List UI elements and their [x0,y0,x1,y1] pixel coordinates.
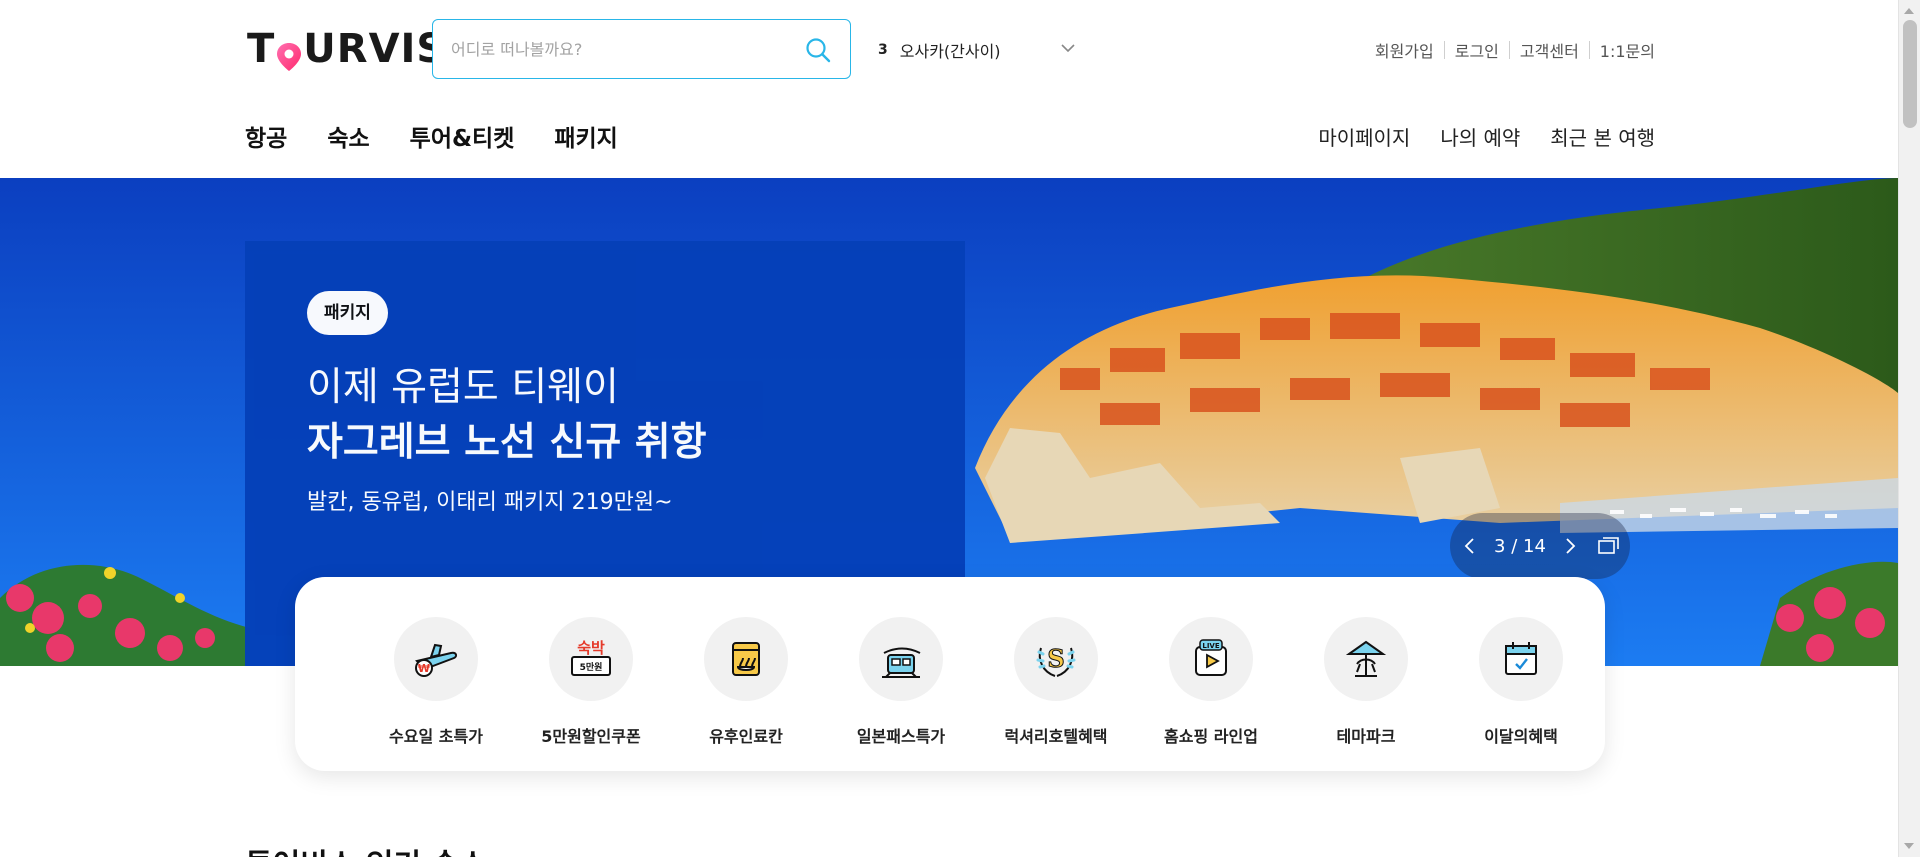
logo-text-t: T [247,26,276,72]
banner-current: 3 [1494,535,1506,557]
quick-item-monthly-benefit[interactable]: 이달의혜택 [1446,617,1596,747]
ticker-rank: 3 [878,42,888,58]
utility-links: 회원가입 로그인 고객센터 1:1문의 [1375,38,1655,62]
banner-counter: 3 / 14 [1494,536,1546,557]
hero-subtitle: 발칸, 동유럽, 이태리 패키지 219만원~ [307,490,673,515]
chevron-down-icon[interactable] [1060,40,1076,56]
quick-item-label: 럭셔리호텔혜택 [1004,727,1108,746]
hero-headline: 이제 유럽도 티웨이 [307,365,619,410]
ticker-keyword[interactable]: 오사카(간사이) [900,38,1001,62]
quick-item-label: 홈쇼핑 라인업 [1164,727,1258,746]
logo-text-rest: URVIS [303,26,447,72]
quick-item-label: 테마파크 [1336,727,1396,746]
divider [1508,41,1510,59]
section-title: 투어비스 인기 숙소 [245,840,487,857]
divider [1443,41,1445,59]
main-nav: 항공 숙소 투어&티켓 패키지 [245,119,658,153]
nav-package[interactable]: 패키지 [554,119,617,153]
location-pin-icon [276,36,302,71]
quick-item-yufuin-ryokan[interactable]: 유후인료칸 [671,617,821,747]
quick-item-label: 5만원할인쿠폰 [541,727,641,746]
user-nav: 마이페이지 나의 예약 최근 본 여행 [1288,122,1655,151]
train-pass-icon [859,617,943,701]
scroll-up-icon[interactable] [1904,8,1914,14]
banner-separator: / [1511,535,1518,557]
hero-headline-bold: 자그레브 노선 신규 취항 [307,420,707,465]
inquiry-link[interactable]: 1:1문의 [1600,38,1655,62]
view-all-icon[interactable] [1598,536,1620,556]
scroll-down-icon[interactable] [1904,843,1914,849]
nav-mypage[interactable]: 마이페이지 [1318,122,1410,151]
quick-item-homeshopping[interactable]: LIVE 홈쇼핑 라인업 [1136,617,1286,747]
category-badge: 패키지 [307,291,388,335]
calendar-check-icon [1479,617,1563,701]
search-box[interactable] [432,19,851,79]
svg-text:₩: ₩ [418,662,430,675]
search-input[interactable] [451,20,791,78]
quick-item-label: 유후인료칸 [709,727,783,746]
quick-item-wednesday-deal[interactable]: ₩ 수요일 초특가 [361,617,511,747]
login-link[interactable]: 로그인 [1455,38,1499,62]
nav-my-reservation[interactable]: 나의 예약 [1440,122,1520,151]
quick-item-coupon[interactable]: 숙박 5만원 5만원할인쿠폰 [516,617,666,747]
quick-menu: ₩ 수요일 초특가 숙박 5만원 5만원할인쿠폰 유후인료칸 일본패스특가 S … [295,577,1605,771]
onsen-icon [704,617,788,701]
signup-link[interactable]: 회원가입 [1375,38,1434,62]
chevron-left-icon[interactable] [1460,536,1480,556]
banner-pager: 3 / 14 [1450,513,1630,579]
theme-park-icon [1324,617,1408,701]
banner-total: 14 [1523,535,1546,557]
quick-item-luxury-hotel[interactable]: S 럭셔리호텔혜택 [981,617,1131,747]
coupon-icon: 숙박 5만원 [549,617,633,701]
live-play-icon: LIVE [1169,617,1253,701]
svg-text:S: S [1047,644,1064,673]
divider [1588,41,1590,59]
popular-search-ticker[interactable]: 3 오사카(간사이) [878,38,1001,62]
live-icon-text: LIVE [1202,642,1219,650]
quick-item-japan-pass[interactable]: 일본패스특가 [826,617,976,747]
search-icon[interactable] [804,36,832,64]
quick-item-theme-park[interactable]: 테마파크 [1291,617,1441,747]
scrollbar-thumb[interactable] [1903,20,1917,128]
tourvis-logo[interactable]: T URVIS [247,26,446,72]
page-scrollbar[interactable] [1898,0,1920,857]
airplane-price-icon: ₩ [394,617,478,701]
nav-accommodation[interactable]: 숙소 [327,119,369,153]
customer-center-link[interactable]: 고객센터 [1520,38,1579,62]
quick-item-label: 수요일 초특가 [389,727,483,746]
chevron-right-icon[interactable] [1560,536,1580,556]
quick-item-label: 일본패스특가 [856,727,946,746]
nav-flight[interactable]: 항공 [245,119,287,153]
coupon-icon-text-top: 숙박 [577,639,605,657]
coupon-icon-text-bottom: 5만원 [580,661,603,673]
nav-recently-viewed[interactable]: 최근 본 여행 [1550,122,1655,151]
luxury-emblem-icon: S [1014,617,1098,701]
quick-item-label: 이달의혜택 [1484,727,1558,746]
nav-tour-ticket[interactable]: 투어&티켓 [410,119,515,153]
